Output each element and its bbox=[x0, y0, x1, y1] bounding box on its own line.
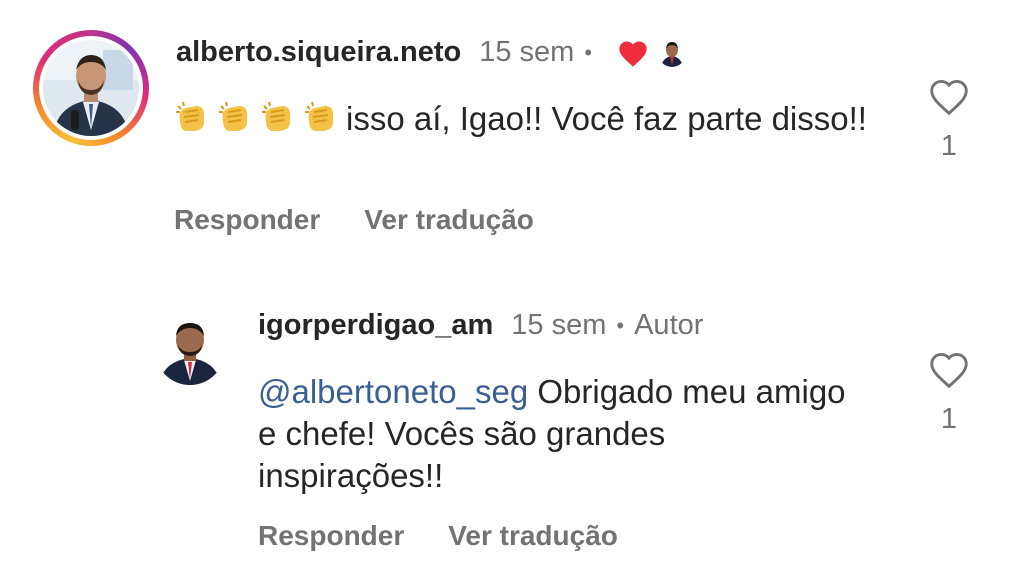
timestamp: 15 sem bbox=[479, 36, 575, 68]
author-avatar-small bbox=[658, 38, 687, 67]
comment-text: @albertoneto_seg Obrigado meu amigo e ch… bbox=[258, 371, 848, 497]
comment-text: isso aí, Igao!! Você faz parte disso!! bbox=[174, 98, 874, 140]
comment-actions: Responder Ver tradução bbox=[174, 204, 534, 236]
translate-button[interactable]: Ver tradução bbox=[448, 520, 618, 552]
comment-actions: Responder Ver tradução bbox=[258, 520, 618, 552]
heart-icon[interactable] bbox=[925, 349, 973, 389]
clap-icon bbox=[260, 100, 296, 134]
avatar[interactable] bbox=[43, 40, 139, 136]
avatar[interactable] bbox=[155, 315, 225, 385]
like-count[interactable]: 1 bbox=[925, 403, 973, 436]
clap-icon bbox=[303, 100, 339, 134]
comment-header: alberto.siqueira.neto 15 sem • bbox=[176, 36, 687, 69]
separator-dot: • bbox=[616, 312, 625, 338]
like-column: 1 bbox=[925, 349, 973, 436]
mention-link[interactable]: @albertoneto_seg bbox=[258, 373, 528, 410]
reply-button[interactable]: Responder bbox=[258, 520, 404, 552]
heart-icon[interactable] bbox=[925, 76, 973, 116]
comment-body: isso aí, Igao!! Você faz parte disso!! bbox=[346, 100, 867, 137]
like-count[interactable]: 1 bbox=[925, 130, 973, 163]
story-ring[interactable] bbox=[33, 30, 149, 146]
author-badge: Autor bbox=[634, 309, 704, 341]
clap-icon bbox=[174, 100, 210, 134]
clap-icon bbox=[217, 100, 253, 134]
liked-by-author-heart-icon bbox=[616, 38, 650, 68]
like-column: 1 bbox=[925, 76, 973, 163]
reply-button[interactable]: Responder bbox=[174, 204, 320, 236]
timestamp: 15 sem bbox=[511, 309, 607, 341]
separator-dot: • bbox=[584, 39, 593, 65]
translate-button[interactable]: Ver tradução bbox=[364, 204, 534, 236]
username[interactable]: igorperdigao_am bbox=[258, 309, 493, 342]
comment-header: igorperdigao_am 15 sem • Autor bbox=[258, 309, 703, 342]
username[interactable]: alberto.siqueira.neto bbox=[176, 36, 461, 69]
